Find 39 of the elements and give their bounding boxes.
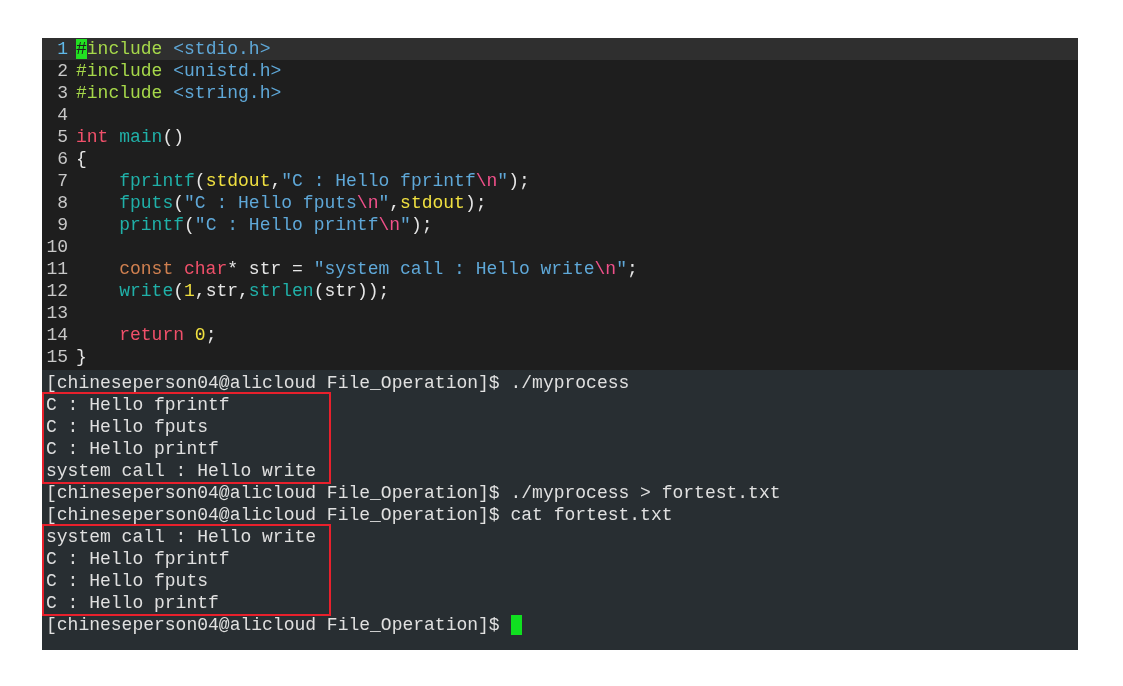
code-line: return 0; — [118, 324, 217, 346]
text-cursor — [510, 615, 522, 635]
code-line: #include <unistd.h> — [76, 60, 282, 82]
code-line: } — [76, 346, 87, 368]
code-line: fputs("C : Hello fputs\n",stdout); — [118, 192, 487, 214]
line-number: 10 — [45, 236, 68, 258]
code-line: #include <string.h> — [76, 82, 282, 104]
output-line: C : Hello fprintf — [46, 394, 230, 416]
line-number: 3 — [56, 82, 68, 104]
output-line: C : Hello printf — [46, 438, 219, 460]
line-number: 11 — [45, 258, 68, 280]
line-number: 15 — [45, 346, 68, 368]
line-number: 6 — [56, 148, 68, 170]
code-line: write(1,str,strlen(str)); — [118, 280, 390, 302]
code-line: int main() — [76, 126, 185, 148]
code-line: printf("C : Hello printf\n"); — [118, 214, 433, 236]
prompt-line: [chineseperson04@alicloud File_Operation]$ — [46, 614, 500, 636]
prompt-line: [chineseperson04@alicloud File_Operation]$ ./myprocess — [46, 372, 630, 394]
code-line: fprintf(stdout,"C : Hello fprintf\n"); — [118, 170, 530, 192]
output-line: C : Hello fputs — [46, 416, 209, 438]
code-line: const char* str = "system call : Hello write\n"; — [118, 258, 638, 280]
output-line: system call : Hello write — [46, 526, 317, 548]
line-number: 7 — [56, 170, 68, 192]
output-line: system call : Hello write — [46, 460, 317, 482]
prompt-line: [chineseperson04@alicloud File_Operation]$ ./myprocess > fortest.txt — [46, 482, 781, 504]
line-number: 2 — [56, 60, 68, 82]
line-number: 8 — [56, 192, 68, 214]
line-number: 1 — [56, 38, 68, 60]
prompt-line: [chineseperson04@alicloud File_Operation]$ cat fortest.txt — [46, 504, 673, 526]
output-line: C : Hello fprintf — [46, 548, 230, 570]
line-number: 13 — [45, 302, 68, 324]
code-line: { — [76, 148, 87, 170]
line-number: 4 — [56, 104, 68, 126]
output-line: C : Hello printf — [46, 592, 219, 614]
line-number: 5 — [56, 126, 68, 148]
line-number: 9 — [56, 214, 68, 236]
line-number: 14 — [45, 324, 68, 346]
output-line: C : Hello fputs — [46, 570, 209, 592]
line-number: 12 — [45, 280, 68, 302]
